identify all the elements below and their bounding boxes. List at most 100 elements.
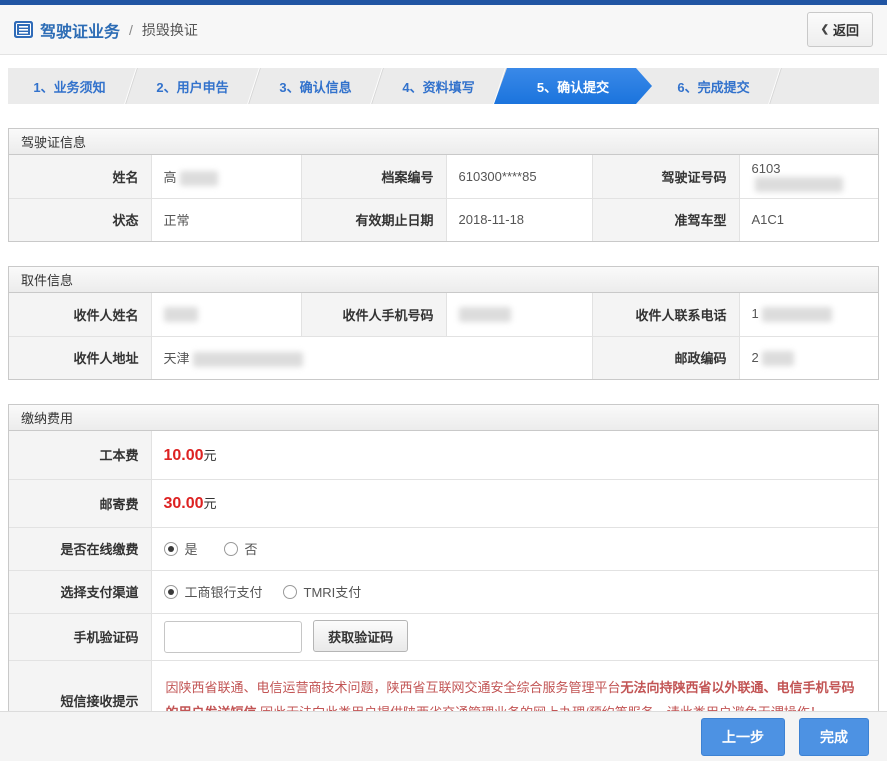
breadcrumb-separator: / xyxy=(129,21,133,38)
recipient-address-prefix: 天津 xyxy=(163,351,190,367)
step-6-label: 6、完成提交 xyxy=(677,79,750,95)
recipient-phone-label: 收件人联系电话 xyxy=(591,293,740,337)
recipient-phone-prefix: 1 xyxy=(751,306,759,322)
license-number-value: 6103 xyxy=(738,155,878,199)
step-navigation: 1、业务须知 2、用户申告 3、确认信息 4、资料填写 5、确认提交 6、完成提… xyxy=(8,68,879,104)
channel-icbc-label: 工商银行支付 xyxy=(184,585,263,600)
recipient-mobile-value xyxy=(445,293,593,337)
postage-fee-unit: 元 xyxy=(203,496,217,511)
step-3-label: 3、确认信息 xyxy=(279,79,352,95)
postage-fee-value: 30.00元 xyxy=(150,478,878,528)
back-button-label: 返回 xyxy=(832,23,859,38)
payment-channel-options: 工商银行支付 TMRI支付 xyxy=(150,569,878,614)
sms-code-label: 手机验证码 xyxy=(9,612,152,661)
breadcrumb: 驾驶证业务 / 损毁换证 xyxy=(14,18,198,42)
postage-fee-label: 邮寄费 xyxy=(9,478,152,528)
payment-channel-label: 选择支付渠道 xyxy=(9,569,152,614)
step-4-label: 4、资料填写 xyxy=(402,79,475,95)
pickup-info-section-title: 取件信息 xyxy=(9,267,878,293)
recipient-mobile-label: 收件人手机号码 xyxy=(300,293,447,337)
step-1-label: 1、业务须知 xyxy=(33,79,106,95)
recipient-name-label: 收件人姓名 xyxy=(9,293,152,337)
channel-tmri-label: TMRI支付 xyxy=(303,585,362,600)
table-row: 收件人姓名 收件人手机号码 收件人联系电话 1 xyxy=(9,293,878,337)
redacted-blur-patch xyxy=(754,176,843,192)
sms-notice-part1: 因陕西省联通、电信运营商技术问题，陕西省互联网交通安全综合服务管理平台 xyxy=(165,679,621,695)
pay-online-label: 是否在线缴费 xyxy=(9,526,152,571)
step-5-label: 5、确认提交 xyxy=(536,79,610,95)
license-info-table: 姓名 高 档案编号 610300****85 驾驶证号码 6103 状态 正常 … xyxy=(9,155,878,241)
pickup-info-section: 取件信息 收件人姓名 收件人手机号码 收件人联系电话 1 收件人地址 天津 邮政… xyxy=(8,266,879,380)
pay-online-no-label: 否 xyxy=(244,542,258,557)
name-label: 姓名 xyxy=(9,155,152,199)
table-row: 选择支付渠道 工商银行支付 TMRI支付 xyxy=(9,569,878,614)
license-number-label: 驾驶证号码 xyxy=(591,155,740,199)
production-fee-value: 10.00元 xyxy=(150,431,878,480)
redacted-blur-patch xyxy=(163,307,198,323)
table-row: 姓名 高 档案编号 610300****85 驾驶证号码 6103 xyxy=(9,155,878,199)
step-5-confirm-submit-active[interactable]: 5、确认提交 xyxy=(494,68,652,104)
radio-selected-icon[interactable] xyxy=(163,541,178,556)
production-fee-label: 工本费 xyxy=(9,431,152,480)
production-fee-amount: 10.00 xyxy=(163,446,204,464)
recipient-name-value xyxy=(150,293,302,337)
table-row: 工本费 10.00元 xyxy=(9,431,878,480)
expiry-date-label: 有效期止日期 xyxy=(300,197,447,241)
production-fee-unit: 元 xyxy=(203,447,217,463)
finish-button[interactable]: 完成 xyxy=(799,717,869,756)
step-4-fill-data[interactable]: 4、资料填写 xyxy=(377,68,500,104)
status-value: 正常 xyxy=(150,197,302,241)
license-number-prefix: 6103 xyxy=(751,160,781,176)
radio-unselected-icon[interactable] xyxy=(223,541,238,556)
step-navigation-tail xyxy=(775,68,879,104)
table-row: 邮寄费 30.00元 xyxy=(9,478,878,528)
recipient-phone-value: 1 xyxy=(738,293,878,337)
pay-online-yes-option[interactable]: 是 xyxy=(163,539,198,558)
pay-online-yes-label: 是 xyxy=(184,542,198,557)
postage-fee-amount: 30.00 xyxy=(163,495,204,512)
postcode-prefix: 2 xyxy=(751,349,759,365)
table-row: 收件人地址 天津 邮政编码 2 xyxy=(9,335,878,379)
channel-icbc-option[interactable]: 工商银行支付 xyxy=(163,582,263,601)
chevron-left-icon: ❮ xyxy=(820,24,829,35)
pickup-info-table: 收件人姓名 收件人手机号码 收件人联系电话 1 收件人地址 天津 邮政编码 2 xyxy=(9,293,878,379)
table-row: 状态 正常 有效期止日期 2018-11-18 准驾车型 A1C1 xyxy=(9,197,878,241)
channel-tmri-option[interactable]: TMRI支付 xyxy=(282,582,362,601)
previous-step-button[interactable]: 上一步 xyxy=(701,717,785,756)
status-label: 状态 xyxy=(9,197,152,241)
step-1-business-notice[interactable]: 1、业务须知 xyxy=(8,68,131,104)
back-button[interactable]: ❮ 返回 xyxy=(806,12,873,47)
recipient-address-value: 天津 xyxy=(150,335,593,379)
vehicle-class-label: 准驾车型 xyxy=(591,197,740,241)
step-2-user-declaration[interactable]: 2、用户申告 xyxy=(131,68,254,104)
step-6-complete-submit[interactable]: 6、完成提交 xyxy=(652,68,775,104)
file-number-value: 610300****85 xyxy=(445,155,593,199)
get-sms-code-button[interactable]: 获取验证码 xyxy=(313,620,409,652)
payment-section-title: 缴纳费用 xyxy=(9,405,878,431)
payment-section: 缴纳费用 工本费 10.00元 邮寄费 30.00元 是否在线缴费 是 否 选择… xyxy=(8,404,879,741)
table-row: 是否在线缴费 是 否 xyxy=(9,526,878,571)
sms-code-field-row: 获取验证码 xyxy=(150,612,878,661)
redacted-blur-patch xyxy=(179,170,218,186)
redacted-blur-patch xyxy=(761,307,832,323)
app-title[interactable]: 驾驶证业务 xyxy=(40,18,120,42)
step-3-confirm-info[interactable]: 3、确认信息 xyxy=(254,68,377,104)
redacted-blur-patch xyxy=(761,350,794,366)
page-header: 驾驶证业务 / 损毁换证 ❮ 返回 xyxy=(0,5,887,55)
radio-unselected-icon[interactable] xyxy=(282,584,297,599)
license-info-section-title: 驾驶证信息 xyxy=(9,129,878,155)
sms-code-input[interactable] xyxy=(163,621,302,653)
list-icon xyxy=(14,21,33,38)
recipient-address-label: 收件人地址 xyxy=(9,335,152,379)
radio-selected-icon[interactable] xyxy=(163,584,178,599)
pay-online-no-option[interactable]: 否 xyxy=(223,539,258,558)
redacted-blur-patch xyxy=(192,352,303,368)
footer-action-bar: 上一步 完成 xyxy=(0,711,887,761)
name-value: 高 xyxy=(150,155,302,199)
vehicle-class-value: A1C1 xyxy=(738,197,878,241)
redacted-blur-patch xyxy=(458,307,511,323)
license-info-section: 驾驶证信息 姓名 高 档案编号 610300****85 驾驶证号码 6103 … xyxy=(8,128,879,242)
file-number-label: 档案编号 xyxy=(300,155,447,199)
postcode-label: 邮政编码 xyxy=(591,335,740,379)
expiry-date-value: 2018-11-18 xyxy=(445,197,593,241)
